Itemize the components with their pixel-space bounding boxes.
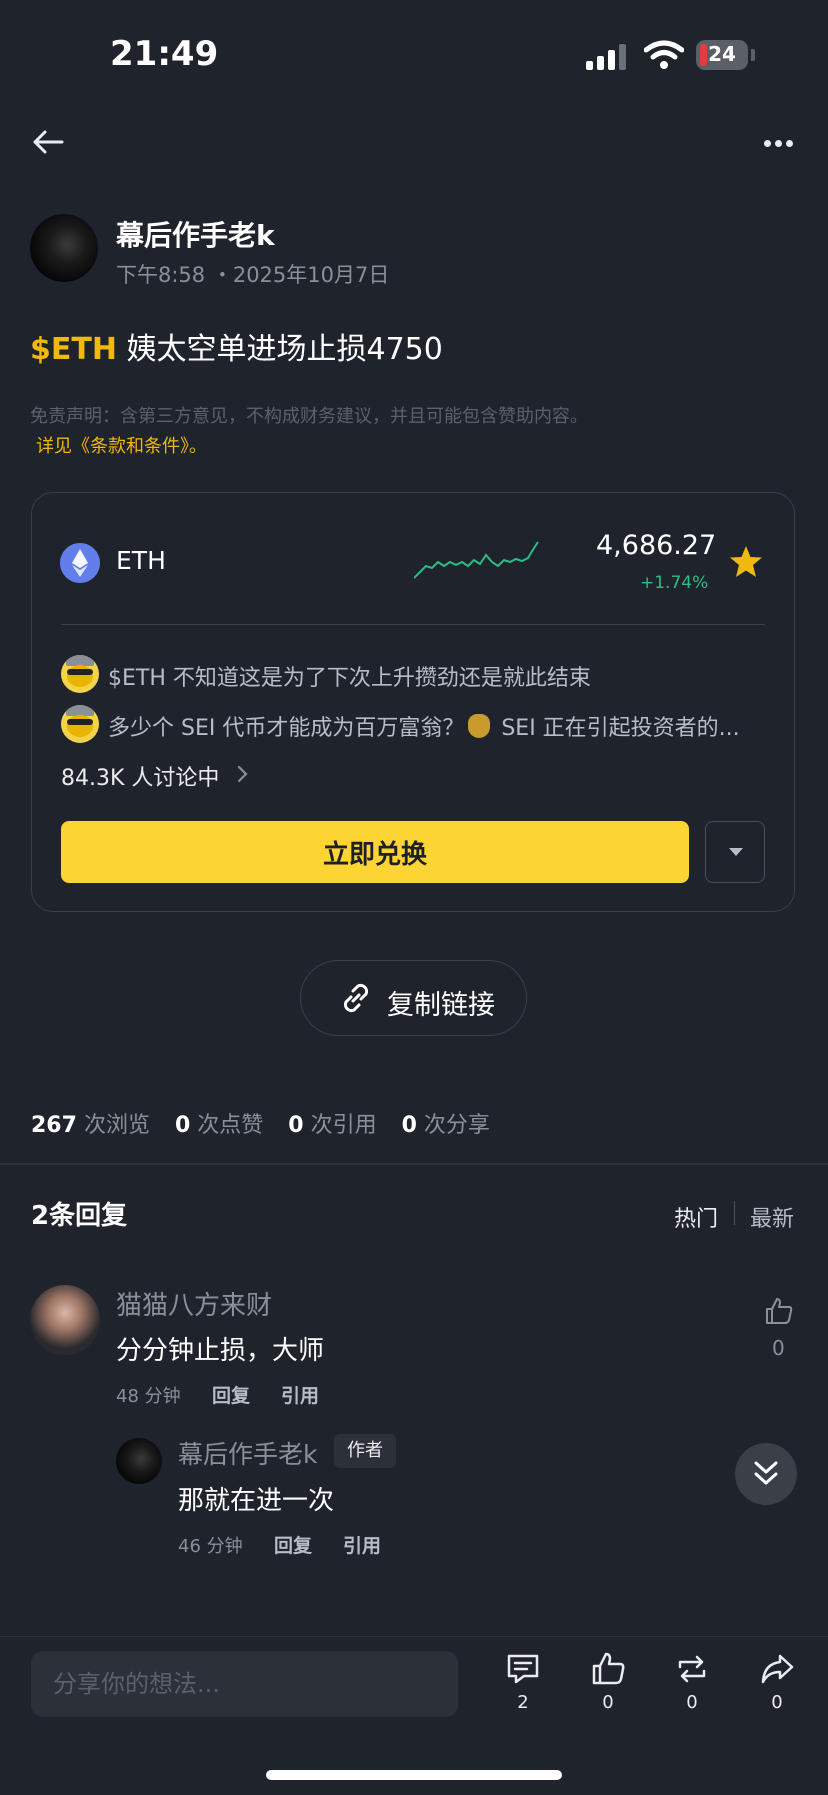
disclaimer-text: 免责声明：含第三方意见，不构成财务建议，并且可能包含赞助内容。 [30, 406, 588, 427]
battery-nub [751, 49, 755, 61]
commenter-name[interactable]: 猫猫八方来财 [116, 1285, 272, 1322]
sort-latest-tab[interactable]: 最新 [750, 1201, 794, 1233]
price-change: +1.74% [640, 573, 709, 593]
link-icon [343, 983, 369, 1013]
home-indicator[interactable] [266, 1770, 562, 1780]
shares-stat: 0 次分享 [401, 1113, 490, 1138]
repost-icon[interactable] [674, 1651, 710, 1687]
repost-count: 0 [686, 1692, 698, 1713]
comment-count: 2 [517, 1692, 529, 1713]
likes-stat: 0 次点赞 [174, 1113, 264, 1138]
post-content: $ETH 姨太空单进场止损4750 [30, 324, 443, 368]
comment-time: 48 分钟 [116, 1386, 181, 1407]
caret-down-icon [729, 848, 743, 856]
discussion-count[interactable]: 84.3K 人讨论中 [61, 760, 219, 792]
share-thoughts-input[interactable] [31, 1651, 458, 1717]
card-divider [61, 624, 765, 625]
discussion-item[interactable]: 多少个 SEI 代币才能成为百万富翁？ SEI 正在引起投资者的... [108, 710, 740, 742]
discussion-avatar [61, 705, 99, 743]
discussion-text: SEI 正在引起投资者的... [494, 716, 740, 741]
views-stat: 267 次浏览 [31, 1113, 150, 1138]
money-bag-icon [468, 714, 491, 738]
sort-hot-tab[interactable]: 热门 [674, 1201, 718, 1233]
comment-like-count: 0 [772, 1336, 785, 1360]
reply-button[interactable]: 回复 [274, 1531, 312, 1558]
star-icon[interactable] [728, 544, 764, 580]
discussion-item[interactable]: $ETH 不知道这是为了下次上升攒劲还是就此结束 [108, 660, 591, 692]
more-options-icon[interactable] [762, 128, 796, 158]
section-divider [0, 1163, 828, 1165]
author-badge: 作者 [334, 1434, 396, 1468]
comment-text: 分分钟止损，大师 [116, 1336, 325, 1366]
share-count: 0 [771, 1692, 783, 1713]
discussion-avatar [61, 655, 99, 693]
reply-button[interactable]: 回复 [212, 1381, 250, 1408]
like-icon[interactable] [590, 1651, 626, 1687]
terms-link[interactable]: 详见《条款和条件》。 [36, 432, 207, 458]
exchange-dropdown-button[interactable] [705, 821, 765, 883]
quote-button[interactable]: 引用 [343, 1531, 381, 1558]
quote-button[interactable]: 引用 [281, 1381, 319, 1408]
back-arrow-icon[interactable] [30, 124, 66, 160]
quotes-stat: 0 次引用 [288, 1113, 377, 1138]
like-count: 0 [602, 1692, 614, 1713]
post-timestamp: 下午8:58 ・2025年10月7日 [116, 263, 390, 287]
bottom-bar-divider [0, 1636, 828, 1637]
scroll-down-button[interactable] [735, 1443, 797, 1505]
chevron-right-icon[interactable] [236, 764, 250, 784]
share-icon[interactable] [759, 1651, 795, 1687]
author-avatar[interactable] [30, 214, 98, 282]
replies-title: 2条回复 [31, 1201, 128, 1231]
coin-price: 4,686.27 [596, 530, 717, 561]
wifi-icon [644, 40, 684, 69]
eth-cashtag[interactable]: $ETH [30, 332, 117, 367]
thumbs-up-icon[interactable] [764, 1296, 794, 1326]
post-text: 姨太空单进场止损4750 [116, 332, 443, 367]
double-chevron-down-icon [754, 1461, 778, 1485]
price-sparkline [414, 541, 539, 579]
ethereum-icon [60, 543, 100, 583]
comment-icon[interactable] [505, 1651, 541, 1687]
battery-indicator: 24 [696, 40, 748, 70]
post-stats: 267 次浏览 0 次点赞 0 次引用 0 次分享 [31, 1107, 508, 1139]
battery-level: 24 [708, 42, 736, 66]
commenter-avatar[interactable] [116, 1438, 162, 1484]
exchange-now-button[interactable]: 立即兑换 [61, 821, 689, 883]
comment-text: 那就在进一次 [178, 1486, 335, 1516]
commenter-avatar[interactable] [30, 1285, 100, 1355]
coin-symbol[interactable]: ETH [116, 546, 166, 575]
cellular-signal-icon [586, 44, 626, 70]
author-name[interactable]: 幕后作手老k [116, 214, 275, 254]
comment-time: 46 分钟 [178, 1536, 243, 1557]
copy-link-label[interactable]: 复制链接 [387, 983, 495, 1022]
sort-separator [734, 1201, 735, 1225]
discussion-text: 多少个 SEI 代币才能成为百万富翁？ [108, 716, 465, 741]
status-time: 21:49 [110, 34, 219, 74]
commenter-name[interactable]: 幕后作手老k [178, 1435, 317, 1471]
